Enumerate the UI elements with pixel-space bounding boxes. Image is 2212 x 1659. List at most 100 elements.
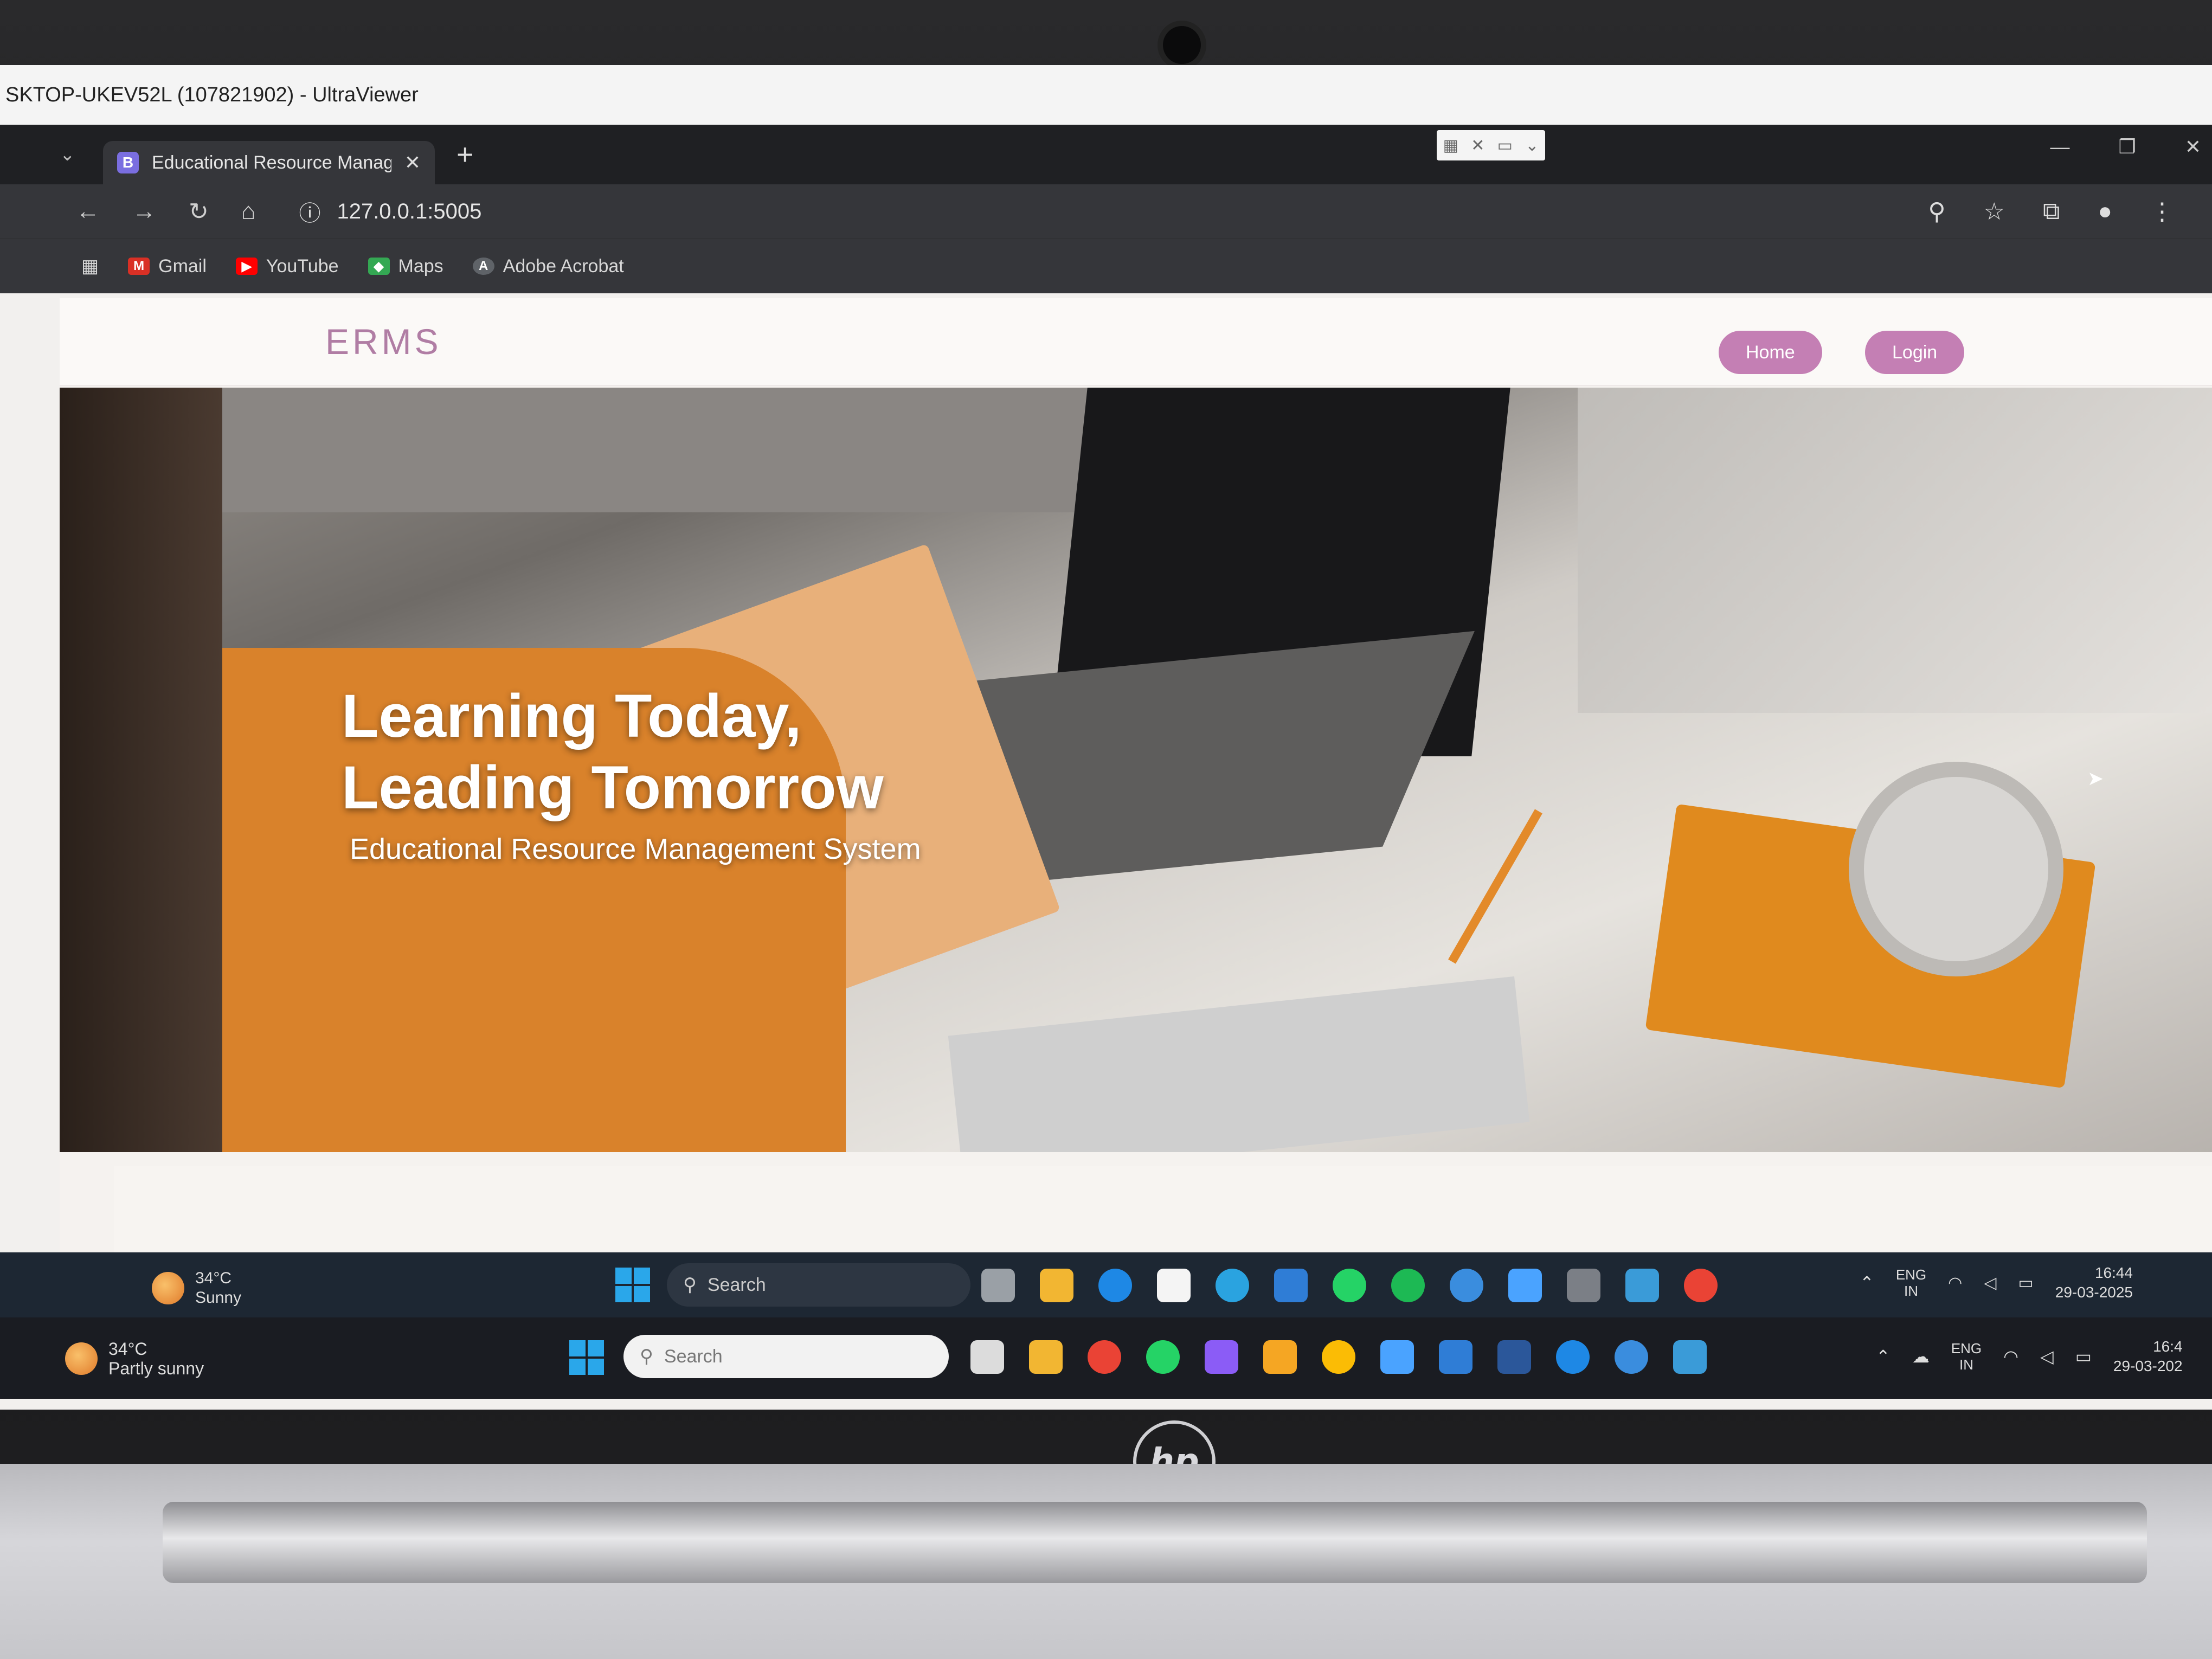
clock[interactable]: 16:44 29-03-2025 bbox=[2055, 1263, 2133, 1302]
telegram-icon[interactable] bbox=[1216, 1269, 1249, 1302]
login-button[interactable]: Login bbox=[1865, 331, 1965, 374]
pencil-shape bbox=[1448, 809, 1542, 964]
chrome-icon[interactable] bbox=[1684, 1269, 1718, 1302]
close-icon[interactable]: ✕ bbox=[1471, 136, 1484, 155]
bookmark-youtube[interactable]: ▶ YouTube bbox=[235, 256, 339, 277]
terminal-icon[interactable] bbox=[1567, 1269, 1600, 1302]
search-placeholder: Search bbox=[664, 1346, 723, 1367]
back-arrow-icon[interactable]: ← bbox=[76, 198, 100, 225]
weather-sun-icon bbox=[152, 1272, 184, 1304]
language-indicator[interactable]: ENG IN bbox=[1951, 1340, 1982, 1373]
bookmark-star-icon[interactable]: ☆ bbox=[1984, 198, 2005, 226]
store-icon[interactable] bbox=[1157, 1269, 1191, 1302]
browser-tab-active[interactable]: B Educational Resource Manager ✕ bbox=[103, 141, 435, 184]
file-explorer-icon[interactable] bbox=[1040, 1269, 1073, 1302]
tray-chevron-up-icon[interactable]: ⌃ bbox=[1876, 1346, 1891, 1367]
bookmarks-bar: ▦ M Gmail ▶ YouTube ◆ Maps A Adobe Acrob… bbox=[0, 239, 2212, 293]
tray-chevron-up-icon[interactable]: ⌃ bbox=[1860, 1272, 1874, 1293]
search-placeholder: Search bbox=[707, 1274, 766, 1295]
search-icon: ⚲ bbox=[683, 1275, 697, 1295]
site-info-icon[interactable]: ⓘ bbox=[299, 196, 320, 227]
clock[interactable]: 16:4 29-03-202 bbox=[2113, 1337, 2183, 1376]
battery-icon[interactable]: ▭ bbox=[2018, 1274, 2033, 1293]
edge-icon[interactable] bbox=[1098, 1269, 1132, 1302]
app-icon[interactable] bbox=[1615, 1340, 1648, 1374]
local-pinned-apps bbox=[970, 1340, 1707, 1374]
close-window-icon[interactable]: ✕ bbox=[2185, 136, 2201, 158]
clock-date: 29-03-202 bbox=[2113, 1358, 2183, 1374]
gmail-icon: M bbox=[128, 258, 150, 275]
chrome-icon[interactable] bbox=[1088, 1340, 1121, 1374]
remote-search-box[interactable]: ⚲ Search bbox=[667, 1263, 970, 1307]
reload-icon[interactable]: ↻ bbox=[189, 198, 209, 226]
lang-region: IN bbox=[1959, 1356, 1973, 1373]
grip-icon[interactable]: ▦ bbox=[1443, 136, 1458, 155]
home-button[interactable]: Home bbox=[1719, 331, 1822, 374]
webcam bbox=[1163, 26, 1201, 64]
bookmark-label: Gmail bbox=[158, 255, 207, 276]
window-controls: — ❐ ✕ bbox=[2050, 136, 2201, 158]
new-tab-plus-icon[interactable]: + bbox=[456, 138, 474, 171]
task-view-icon[interactable] bbox=[981, 1269, 1015, 1302]
local-system-tray: ⌃ ☁ ENG IN ◠ ◁ ▭ 16:4 29-03-202 bbox=[1876, 1337, 2183, 1376]
copilot-icon[interactable] bbox=[1205, 1340, 1238, 1374]
wifi-icon[interactable]: ◠ bbox=[1948, 1274, 1962, 1293]
bookmark-label: Maps bbox=[398, 255, 443, 276]
volume-icon[interactable]: ◁ bbox=[1984, 1274, 1996, 1293]
laptop-screen: SKTOP-UKEV52L (107821902) - UltraViewer … bbox=[0, 65, 2212, 1410]
chevron-down-icon[interactable]: ⌄ bbox=[1525, 136, 1539, 155]
file-explorer-icon[interactable] bbox=[1029, 1340, 1063, 1374]
erms-web-page: ERMS Home Login Learning Today, Leading … bbox=[60, 298, 2212, 1274]
spotify-icon[interactable] bbox=[1391, 1269, 1425, 1302]
app-icon[interactable] bbox=[1450, 1269, 1483, 1302]
site-brand[interactable]: ERMS bbox=[325, 321, 442, 362]
local-weather-widget[interactable]: 34°C Partly sunny bbox=[65, 1339, 204, 1378]
tab-close-icon[interactable]: ✕ bbox=[404, 151, 421, 174]
remote-start-windows-icon[interactable] bbox=[615, 1268, 650, 1302]
desktop-monitor-shape bbox=[222, 388, 1090, 512]
vscode-icon[interactable] bbox=[1274, 1269, 1308, 1302]
local-start-windows-icon[interactable] bbox=[569, 1340, 604, 1375]
monitor-icon[interactable]: ▭ bbox=[1497, 136, 1513, 155]
minimize-icon[interactable]: — bbox=[2050, 136, 2070, 158]
sticky-notes-icon[interactable] bbox=[1263, 1340, 1297, 1374]
address-bar[interactable]: ⓘ 127.0.0.1:5005 bbox=[299, 196, 481, 227]
headphones-shape bbox=[1849, 762, 2063, 976]
apps-grid-icon[interactable]: ▦ bbox=[81, 255, 99, 277]
notepad-icon[interactable] bbox=[1625, 1269, 1659, 1302]
word-icon[interactable] bbox=[1497, 1340, 1531, 1374]
notepad-icon[interactable] bbox=[1673, 1340, 1707, 1374]
edge-icon[interactable] bbox=[1556, 1340, 1590, 1374]
wifi-icon[interactable]: ◠ bbox=[2003, 1346, 2018, 1367]
ultraviewer-mini-toolbar[interactable]: ▦ ✕ ▭ ⌄ bbox=[1437, 130, 1545, 160]
onedrive-cloud-icon[interactable]: ☁ bbox=[1912, 1346, 1930, 1367]
forward-arrow-icon[interactable]: → bbox=[132, 198, 156, 225]
home-icon[interactable]: ⌂ bbox=[241, 198, 256, 225]
address-url[interactable]: 127.0.0.1:5005 bbox=[337, 200, 481, 224]
battery-icon[interactable]: ▭ bbox=[2075, 1346, 2092, 1367]
hero-banner: Learning Today, Leading Tomorrow Educati… bbox=[60, 388, 2212, 1152]
local-search-box[interactable]: ⚲ Search bbox=[623, 1335, 949, 1378]
menu-icon[interactable]: ⋮ bbox=[2150, 198, 2174, 226]
vscode-icon[interactable] bbox=[1439, 1340, 1472, 1374]
language-indicator[interactable]: ENG IN bbox=[1896, 1266, 1926, 1299]
tab-search-chevron-icon[interactable]: ⌄ bbox=[60, 144, 103, 165]
bookmark-gmail[interactable]: M Gmail bbox=[128, 256, 207, 277]
bookmark-maps[interactable]: ◆ Maps bbox=[368, 256, 443, 277]
arrow-app-icon[interactable] bbox=[1380, 1340, 1414, 1374]
hero-title: Learning Today, Leading Tomorrow bbox=[342, 680, 884, 824]
volume-icon[interactable]: ◁ bbox=[2040, 1346, 2054, 1367]
whatsapp-icon[interactable] bbox=[1146, 1340, 1180, 1374]
restore-icon[interactable]: ❐ bbox=[2119, 136, 2136, 158]
zoom-icon[interactable]: ⚲ bbox=[1928, 198, 1945, 226]
arrow-app-icon[interactable] bbox=[1508, 1269, 1542, 1302]
youtube-icon: ▶ bbox=[235, 258, 258, 275]
whatsapp-icon[interactable] bbox=[1333, 1269, 1366, 1302]
profile-icon[interactable]: ● bbox=[2098, 198, 2112, 226]
extensions-icon[interactable]: ⧉ bbox=[2043, 198, 2060, 226]
task-view-icon[interactable] bbox=[970, 1340, 1004, 1374]
chrome-canary-icon[interactable] bbox=[1322, 1340, 1355, 1374]
remote-weather-widget[interactable]: 34°C Sunny bbox=[152, 1269, 241, 1308]
bookmark-adobe-acrobat[interactable]: A Adobe Acrobat bbox=[472, 256, 624, 277]
search-icon: ⚲ bbox=[640, 1346, 653, 1367]
